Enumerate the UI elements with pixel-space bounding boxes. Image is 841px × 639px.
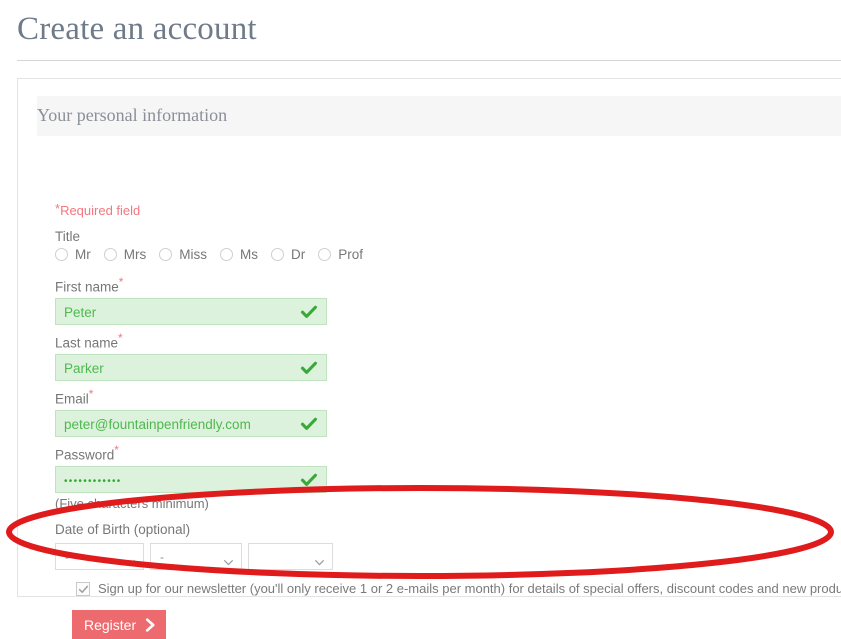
email-label-text: Email <box>55 391 89 407</box>
first-name-value: Peter <box>64 305 97 320</box>
radio-circle-icon[interactable] <box>220 248 233 261</box>
required-asterisk: * <box>88 387 94 401</box>
required-asterisk: * <box>118 331 123 345</box>
radio-circle-icon[interactable] <box>55 248 68 261</box>
last-name-label-text: Last name <box>55 335 119 351</box>
valid-check-icon <box>300 359 318 377</box>
radio-circle-icon[interactable] <box>318 248 332 261</box>
email-input[interactable]: peter@fountainpenfriendly.com <box>55 410 327 437</box>
radio-label-dr: Dr <box>291 247 306 262</box>
first-name-label: First name* <box>55 275 124 296</box>
dob-day-value: - <box>65 550 69 564</box>
first-name-label-text: First name <box>55 279 119 295</box>
dob-label: Date of Birth (optional) <box>55 522 190 538</box>
first-name-input[interactable]: Peter <box>55 298 327 325</box>
chevron-right-icon <box>145 617 156 632</box>
title-radio-group[interactable]: Mr Mrs Miss Ms Dr Prof <box>55 247 376 262</box>
dob-day-select[interactable]: - <box>55 543 144 570</box>
password-hint: (Five characters minimum) <box>55 496 209 511</box>
radio-label-ms: Ms <box>240 247 258 262</box>
chevron-down-icon <box>224 553 233 566</box>
radio-option-ms[interactable]: Ms <box>220 247 258 262</box>
radio-label-mr: Mr <box>75 247 91 262</box>
radio-option-prof[interactable]: Prof <box>318 247 363 262</box>
title-label-text: Title <box>55 229 81 244</box>
password-value: •••••••••••• <box>64 476 122 487</box>
valid-check-icon <box>300 415 318 433</box>
password-label: Password* <box>55 443 119 464</box>
radio-circle-icon[interactable] <box>159 248 173 261</box>
chevron-down-icon <box>315 553 324 566</box>
radio-option-mrs[interactable]: Mrs <box>103 247 147 262</box>
dob-month-value: - <box>160 550 164 564</box>
newsletter-row[interactable]: Sign up for our newsletter (you'll only … <box>76 581 841 597</box>
dob-label-text: Date of Birth (optional) <box>55 522 191 537</box>
required-asterisk: * <box>118 275 124 289</box>
newsletter-checkbox[interactable] <box>76 582 90 596</box>
last-name-input[interactable]: Parker <box>55 354 327 381</box>
dob-month-select[interactable]: - <box>150 543 242 570</box>
required-field-label: Required field <box>60 203 141 218</box>
page-title: Create an account <box>17 11 257 47</box>
email-label: Email* <box>55 387 94 408</box>
checkmark-icon <box>78 585 89 593</box>
valid-check-icon <box>300 471 318 489</box>
radio-label-miss: Miss <box>179 247 207 262</box>
email-value: peter@fountainpenfriendly.com <box>64 417 251 432</box>
title-divider <box>17 60 841 61</box>
last-name-value: Parker <box>64 361 104 376</box>
valid-check-icon <box>300 303 318 321</box>
account-form-card: Your personal information *Required fiel… <box>17 78 841 639</box>
register-button[interactable]: Register <box>72 610 166 639</box>
radio-option-miss[interactable]: Miss <box>159 247 207 262</box>
newsletter-label: Sign up for our newsletter (you'll only … <box>98 581 841 596</box>
radio-label-prof: Prof <box>338 247 364 262</box>
section-title: Your personal information <box>37 105 228 125</box>
radio-circle-icon[interactable] <box>103 248 117 261</box>
dob-select-group: - - <box>55 543 333 570</box>
password-input[interactable]: •••••••••••• <box>55 466 327 493</box>
radio-label-mrs: Mrs <box>123 247 147 262</box>
radio-option-mr[interactable]: Mr <box>55 247 91 262</box>
required-field-note: *Required field <box>55 202 141 219</box>
required-asterisk: * <box>114 443 119 457</box>
password-label-text: Password <box>55 447 115 463</box>
radio-circle-icon[interactable] <box>271 248 284 261</box>
last-name-label: Last name* <box>55 331 123 352</box>
radio-option-dr[interactable]: Dr <box>271 247 305 262</box>
dob-year-select[interactable] <box>248 543 333 570</box>
chevron-down-icon <box>126 553 135 566</box>
title-field-label: Title <box>55 229 80 245</box>
